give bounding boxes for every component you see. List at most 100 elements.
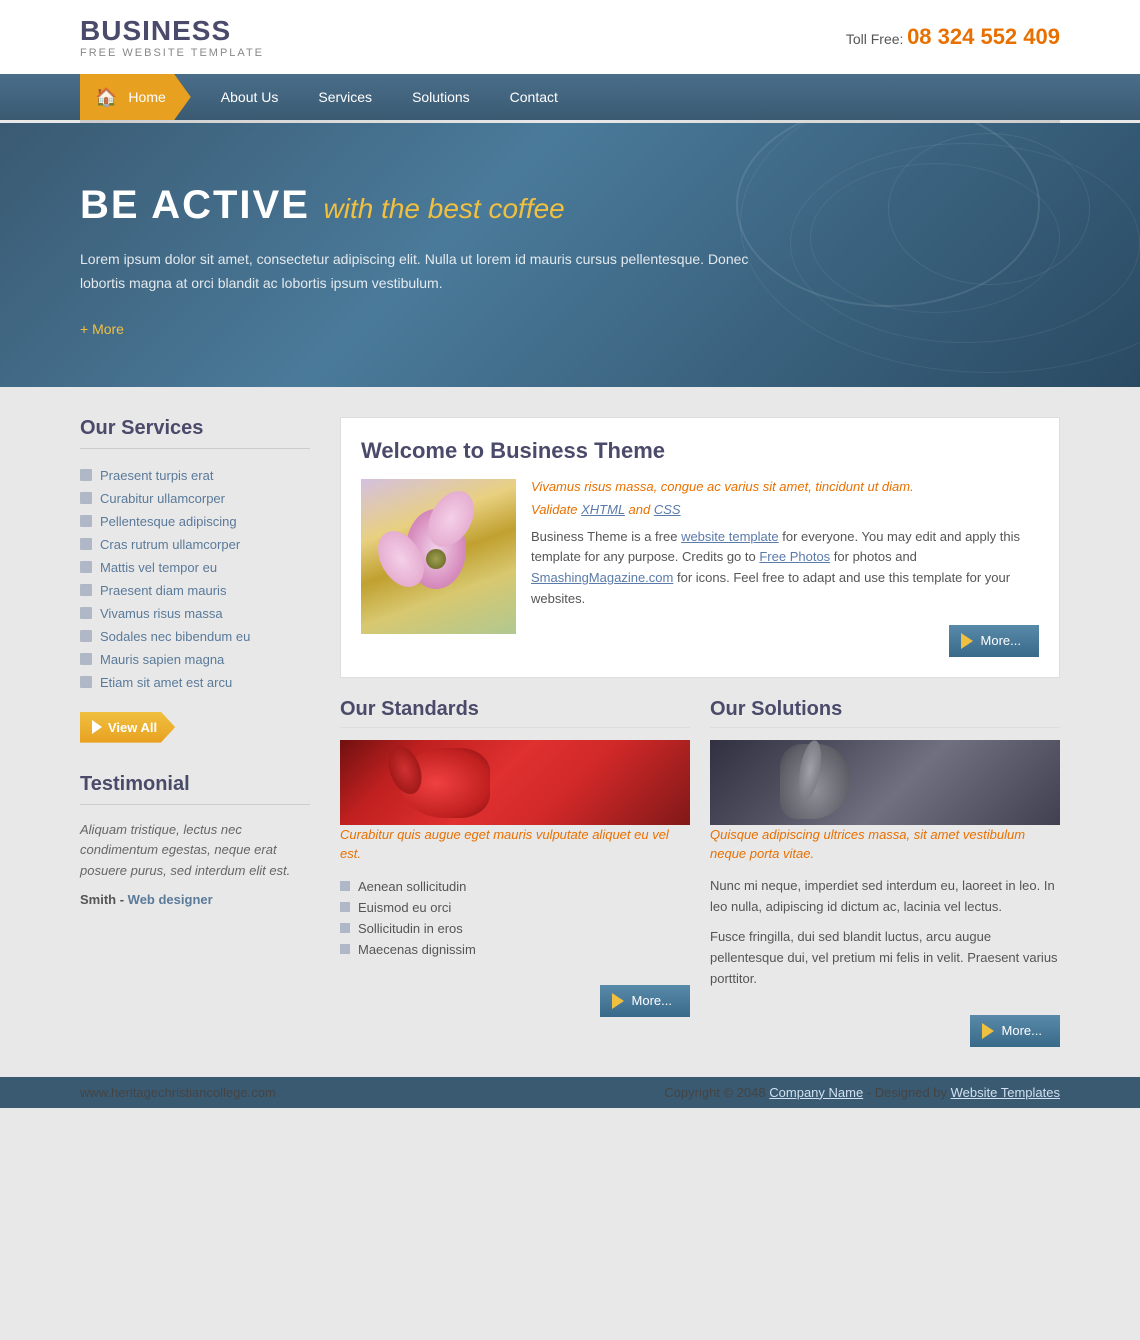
standards-section: Our Standards Curabitur quis augue eget … <box>340 698 690 1047</box>
red-fish-bg <box>340 740 690 825</box>
service-item[interactable]: Mattis vel tempor eu <box>80 556 310 579</box>
nav-home-button[interactable]: 🏠 Home <box>80 74 191 120</box>
standards-more-arrow <box>612 993 624 1009</box>
content-area: Welcome to Business Theme Vivamus risus … <box>340 417 1060 1047</box>
free-photos-link[interactable]: Free Photos <box>759 549 830 564</box>
solutions-more-label: More... <box>1002 1023 1042 1038</box>
service-item[interactable]: Sodales nec bibendum eu <box>80 625 310 648</box>
standards-more-button[interactable]: More... <box>600 985 690 1017</box>
testimonial-author: Smith - Web designer <box>80 892 310 907</box>
nav-contact[interactable]: Contact <box>490 74 578 120</box>
solutions-title: Our Solutions <box>710 698 1060 728</box>
testimonial-text: Aliquam tristique, lectus nec condimentu… <box>80 820 310 882</box>
welcome-more-label: More... <box>981 633 1021 648</box>
phone-area: Toll Free: 08 324 552 409 <box>846 24 1060 50</box>
standards-list: Aenean sollicitudinEuismod eu orciSollic… <box>340 876 690 960</box>
header: BUSINESS FREE WEBSITE TEMPLATE Toll Free… <box>0 0 1140 74</box>
hero-subtitle: with the best coffee <box>324 193 565 224</box>
bullet-icon <box>340 923 350 933</box>
view-all-arrow-icon <box>92 720 102 734</box>
main-content: Our Services Praesent turpis eratCurabit… <box>0 387 1140 1077</box>
company-name-link[interactable]: Company Name <box>769 1085 863 1100</box>
service-bullet <box>80 561 92 573</box>
phone-number: 08 324 552 409 <box>907 24 1060 49</box>
service-item[interactable]: Cras rutrum ullamcorper <box>80 533 310 556</box>
solutions-more-button[interactable]: More... <box>970 1015 1060 1047</box>
nav-about[interactable]: About Us <box>201 74 299 120</box>
testimonial-title: Testimonial <box>80 773 310 805</box>
author-role-link[interactable]: Web designer <box>128 892 213 907</box>
standards-solutions-row: Our Standards Curabitur quis augue eget … <box>340 698 1060 1047</box>
welcome-inner: Vivamus risus massa, congue ac varius si… <box>361 479 1039 657</box>
service-item[interactable]: Curabitur ullamcorper <box>80 487 310 510</box>
standards-image <box>340 740 690 825</box>
standards-more-label: More... <box>632 993 672 1008</box>
service-item[interactable]: Praesent diam mauris <box>80 579 310 602</box>
hero-more-link[interactable]: + More <box>80 321 124 337</box>
and-text: and <box>625 502 654 517</box>
service-item[interactable]: Praesent turpis erat <box>80 464 310 487</box>
hero-decoration <box>740 123 1140 387</box>
sidebar-services-title: Our Services <box>80 417 310 449</box>
hero-main-title: BE ACTIVE <box>80 183 310 227</box>
service-bullet <box>80 469 92 481</box>
xhtml-link[interactable]: XHTML <box>581 502 625 517</box>
navigation: 🏠 Home About Us Services Solutions Conta… <box>0 74 1140 120</box>
phone-label: Toll Free: <box>846 31 904 47</box>
service-bullet <box>80 653 92 665</box>
service-item[interactable]: Etiam sit amet est arcu <box>80 671 310 694</box>
welcome-italic-text: Vivamus risus massa, congue ac varius si… <box>531 479 1039 494</box>
welcome-text: Vivamus risus massa, congue ac varius si… <box>531 479 1039 657</box>
footer: www.heritagechristiancollege.com Copyrig… <box>0 1077 1140 1108</box>
website-templates-link[interactable]: Website Templates <box>951 1085 1060 1100</box>
hero-banner: BE ACTIVE with the best coffee Lorem ips… <box>0 123 1140 387</box>
service-bullet <box>80 538 92 550</box>
angel-fish-bg <box>710 740 1060 825</box>
nav-solutions[interactable]: Solutions <box>392 74 490 120</box>
logo-title: BUSINESS <box>80 15 264 47</box>
service-bullet <box>80 492 92 504</box>
standards-italic: Curabitur quis augue eget mauris vulputa… <box>340 825 690 864</box>
hero-description: Lorem ipsum dolor sit amet, consectetur … <box>80 248 780 296</box>
logo-subtitle: FREE WEBSITE TEMPLATE <box>80 47 264 59</box>
validate-label: Validate <box>531 502 581 517</box>
designed-by-text: - Designed by <box>863 1085 950 1100</box>
solutions-italic: Quisque adipiscing ultrices massa, sit a… <box>710 825 1060 864</box>
service-item[interactable]: Vivamus risus massa <box>80 602 310 625</box>
solutions-more-arrow <box>982 1023 994 1039</box>
view-all-button[interactable]: View All <box>80 712 175 743</box>
sidebar: Our Services Praesent turpis eratCurabit… <box>80 417 310 1047</box>
solutions-section: Our Solutions Quisque adipiscing ultrice… <box>710 698 1060 1047</box>
view-all-label: View All <box>108 720 157 735</box>
standards-list-item: Aenean sollicitudin <box>340 876 690 897</box>
standards-list-item: Maecenas dignissim <box>340 939 690 960</box>
service-bullet <box>80 676 92 688</box>
css-link[interactable]: CSS <box>654 502 681 517</box>
bee-body <box>426 549 446 569</box>
testimonial-section: Testimonial Aliquam tristique, lectus ne… <box>80 773 310 907</box>
welcome-image <box>361 479 516 634</box>
author-name: Smith - <box>80 892 128 907</box>
standards-list-item: Sollicitudin in eros <box>340 918 690 939</box>
nav-home-label[interactable]: Home <box>123 89 170 105</box>
website-template-link[interactable]: website template <box>681 529 779 544</box>
nav-services[interactable]: Services <box>298 74 392 120</box>
solutions-image <box>710 740 1060 825</box>
service-item[interactable]: Pellentesque adipiscing <box>80 510 310 533</box>
service-item[interactable]: Mauris sapien magna <box>80 648 310 671</box>
standards-title: Our Standards <box>340 698 690 728</box>
solutions-body1: Nunc mi neque, imperdiet sed interdum eu… <box>710 876 1060 918</box>
smashing-link[interactable]: SmashingMagazine.com <box>531 570 673 585</box>
more-arrow-icon <box>961 633 973 649</box>
deco-line-3 <box>810 163 1060 313</box>
footer-url: www.heritagechristiancollege.com <box>80 1085 276 1100</box>
standards-list-item: Euismod eu orci <box>340 897 690 918</box>
services-list: Praesent turpis eratCurabitur ullamcorpe… <box>80 464 310 694</box>
welcome-validate: Validate XHTML and CSS <box>531 502 1039 517</box>
logo-area: BUSINESS FREE WEBSITE TEMPLATE <box>80 15 264 59</box>
welcome-section: Welcome to Business Theme Vivamus risus … <box>340 417 1060 678</box>
copyright-text: Copyright © 2048 <box>664 1085 769 1100</box>
bullet-icon <box>340 902 350 912</box>
welcome-more-button[interactable]: More... <box>949 625 1039 657</box>
service-bullet <box>80 630 92 642</box>
